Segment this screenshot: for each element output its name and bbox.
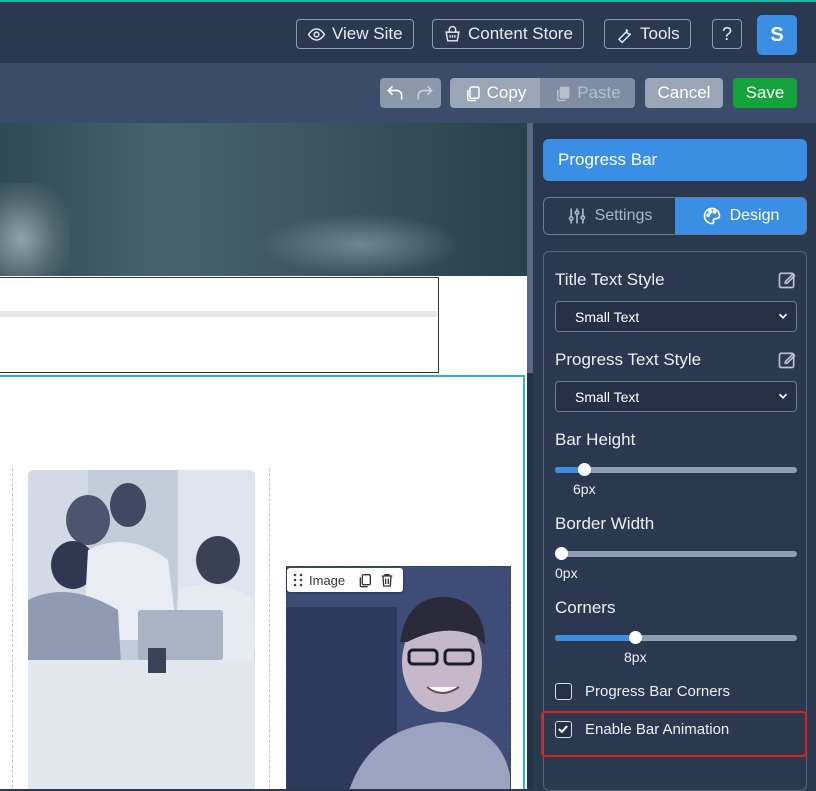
tab-settings-label: Settings bbox=[594, 207, 653, 224]
column-guide-right bbox=[269, 468, 270, 789]
save-button[interactable]: Save bbox=[733, 78, 797, 108]
border-width-label: Border Width bbox=[555, 514, 655, 533]
border-width-value: 0px bbox=[555, 565, 578, 581]
hero-blur-left bbox=[0, 183, 70, 276]
duplicate-icon[interactable] bbox=[357, 572, 373, 588]
image-chip-label: Image bbox=[309, 572, 346, 588]
portrait-illustration bbox=[287, 567, 510, 789]
form-block[interactable] bbox=[0, 277, 439, 373]
column-guide-left bbox=[12, 468, 13, 789]
hero-image[interactable] bbox=[0, 123, 527, 276]
highlight-box bbox=[541, 711, 807, 757]
portrait-image[interactable] bbox=[286, 566, 511, 789]
edit-icon[interactable] bbox=[777, 270, 797, 290]
corners-knob[interactable] bbox=[629, 631, 642, 644]
design-settings-box: Title Text Style Small Text Progress Tex… bbox=[543, 251, 807, 791]
help-button[interactable]: ? bbox=[712, 19, 742, 49]
progress-text-style-value: Small Text bbox=[575, 388, 640, 405]
team-meeting-image[interactable] bbox=[28, 470, 255, 789]
paste-label: Paste bbox=[577, 83, 621, 102]
hero-blur-right bbox=[260, 213, 460, 276]
corners-fill bbox=[555, 635, 635, 641]
bar-height-knob[interactable] bbox=[578, 463, 591, 476]
top-bar: View Site Content Store Tools ? S bbox=[0, 0, 816, 63]
view-site-button[interactable]: View Site bbox=[296, 19, 414, 49]
avatar[interactable]: S bbox=[757, 15, 797, 55]
bar-height-label: Bar Height bbox=[555, 430, 636, 449]
tab-settings[interactable]: Settings bbox=[544, 198, 675, 234]
panel-tabs: Settings Design bbox=[543, 197, 807, 235]
undo-icon bbox=[387, 85, 403, 100]
border-width-knob[interactable] bbox=[555, 547, 568, 560]
panel-title: Progress Bar bbox=[543, 139, 807, 181]
image-toolbar-chip: Image bbox=[287, 568, 403, 592]
content-store-button[interactable]: Content Store bbox=[432, 19, 584, 49]
bar-height-value: 6px bbox=[573, 481, 596, 497]
copy-icon bbox=[466, 86, 480, 102]
tools-label: Tools bbox=[640, 24, 680, 43]
undo-button[interactable] bbox=[380, 78, 410, 108]
title-text-style-label: Title Text Style bbox=[555, 270, 665, 289]
page-canvas[interactable]: Image bbox=[0, 123, 527, 789]
redo-icon bbox=[417, 85, 433, 100]
chevron-down-icon bbox=[778, 393, 788, 399]
redo-button[interactable] bbox=[410, 78, 440, 108]
tab-design[interactable]: Design bbox=[675, 198, 806, 234]
corners-slider[interactable] bbox=[555, 631, 797, 644]
progress-text-style-select[interactable]: Small Text bbox=[555, 381, 797, 412]
corners-value: 8px bbox=[624, 649, 647, 665]
copy-button[interactable]: Copy bbox=[450, 78, 540, 108]
properties-panel: Progress Bar Settings Design Title Text … bbox=[533, 123, 816, 791]
paste-icon bbox=[557, 86, 570, 102]
cancel-button[interactable]: Cancel bbox=[645, 78, 723, 108]
tools-button[interactable]: Tools bbox=[604, 19, 691, 49]
view-site-label: View Site bbox=[332, 24, 403, 43]
tab-design-label: Design bbox=[729, 207, 780, 224]
team-meeting-illustration bbox=[28, 470, 255, 789]
editor-toolbar: Copy Paste Cancel Save bbox=[0, 63, 816, 123]
basket-icon bbox=[445, 25, 460, 42]
progress-text-style-label: Progress Text Style bbox=[555, 350, 702, 369]
corners-label: Corners bbox=[555, 598, 616, 617]
trash-icon[interactable] bbox=[379, 572, 395, 588]
bar-height-slider[interactable] bbox=[555, 463, 797, 476]
border-width-slider[interactable] bbox=[555, 547, 797, 560]
paste-button[interactable]: Paste bbox=[540, 78, 635, 108]
form-divider bbox=[0, 311, 437, 317]
progress-bar-corners-checkbox[interactable] bbox=[555, 683, 572, 700]
title-text-style-select[interactable]: Small Text bbox=[555, 301, 797, 332]
copy-label: Copy bbox=[486, 83, 527, 102]
drag-handle-icon[interactable] bbox=[293, 573, 303, 587]
palette-icon bbox=[703, 207, 720, 225]
edit-icon[interactable] bbox=[777, 350, 797, 370]
copy-paste-group: Copy Paste bbox=[450, 78, 635, 108]
chevron-down-icon bbox=[778, 313, 788, 319]
title-text-style-value: Small Text bbox=[575, 308, 640, 325]
undo-redo-group bbox=[380, 78, 441, 108]
wrench-icon bbox=[617, 28, 632, 43]
progress-bar-corners-label: Progress Bar Corners bbox=[585, 683, 731, 700]
eye-icon bbox=[307, 27, 326, 41]
sliders-icon bbox=[568, 208, 585, 224]
content-store-label: Content Store bbox=[468, 24, 573, 43]
